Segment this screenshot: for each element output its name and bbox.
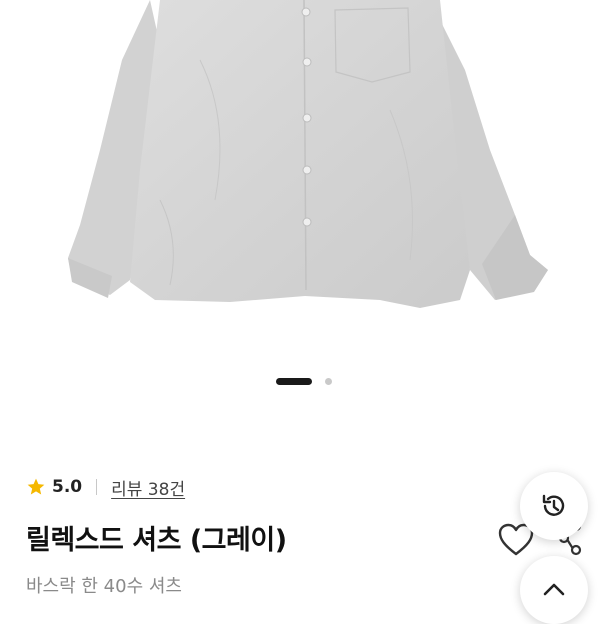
product-image-gallery[interactable] [0, 0, 609, 360]
history-icon [542, 494, 565, 516]
pager-dot[interactable] [325, 378, 332, 385]
rating-row: 5.0 리뷰 38건 [26, 474, 185, 500]
star-icon [27, 478, 45, 495]
pager-dot-active[interactable] [276, 378, 312, 385]
product-title: 릴렉스드 셔츠 (그레이) [26, 525, 287, 556]
image-pager[interactable] [0, 376, 609, 386]
chevron-up-icon [543, 583, 565, 596]
product-photo [68, 0, 548, 308]
recent-history-button[interactable] [520, 472, 588, 540]
product-subtitle: 바스락 한 40수 셔츠 [26, 576, 182, 597]
review-count-link[interactable]: 리뷰 38건 [111, 475, 185, 500]
scroll-to-top-button[interactable] [520, 556, 588, 624]
rating-value: 5.0 [52, 477, 83, 497]
divider [96, 479, 98, 495]
